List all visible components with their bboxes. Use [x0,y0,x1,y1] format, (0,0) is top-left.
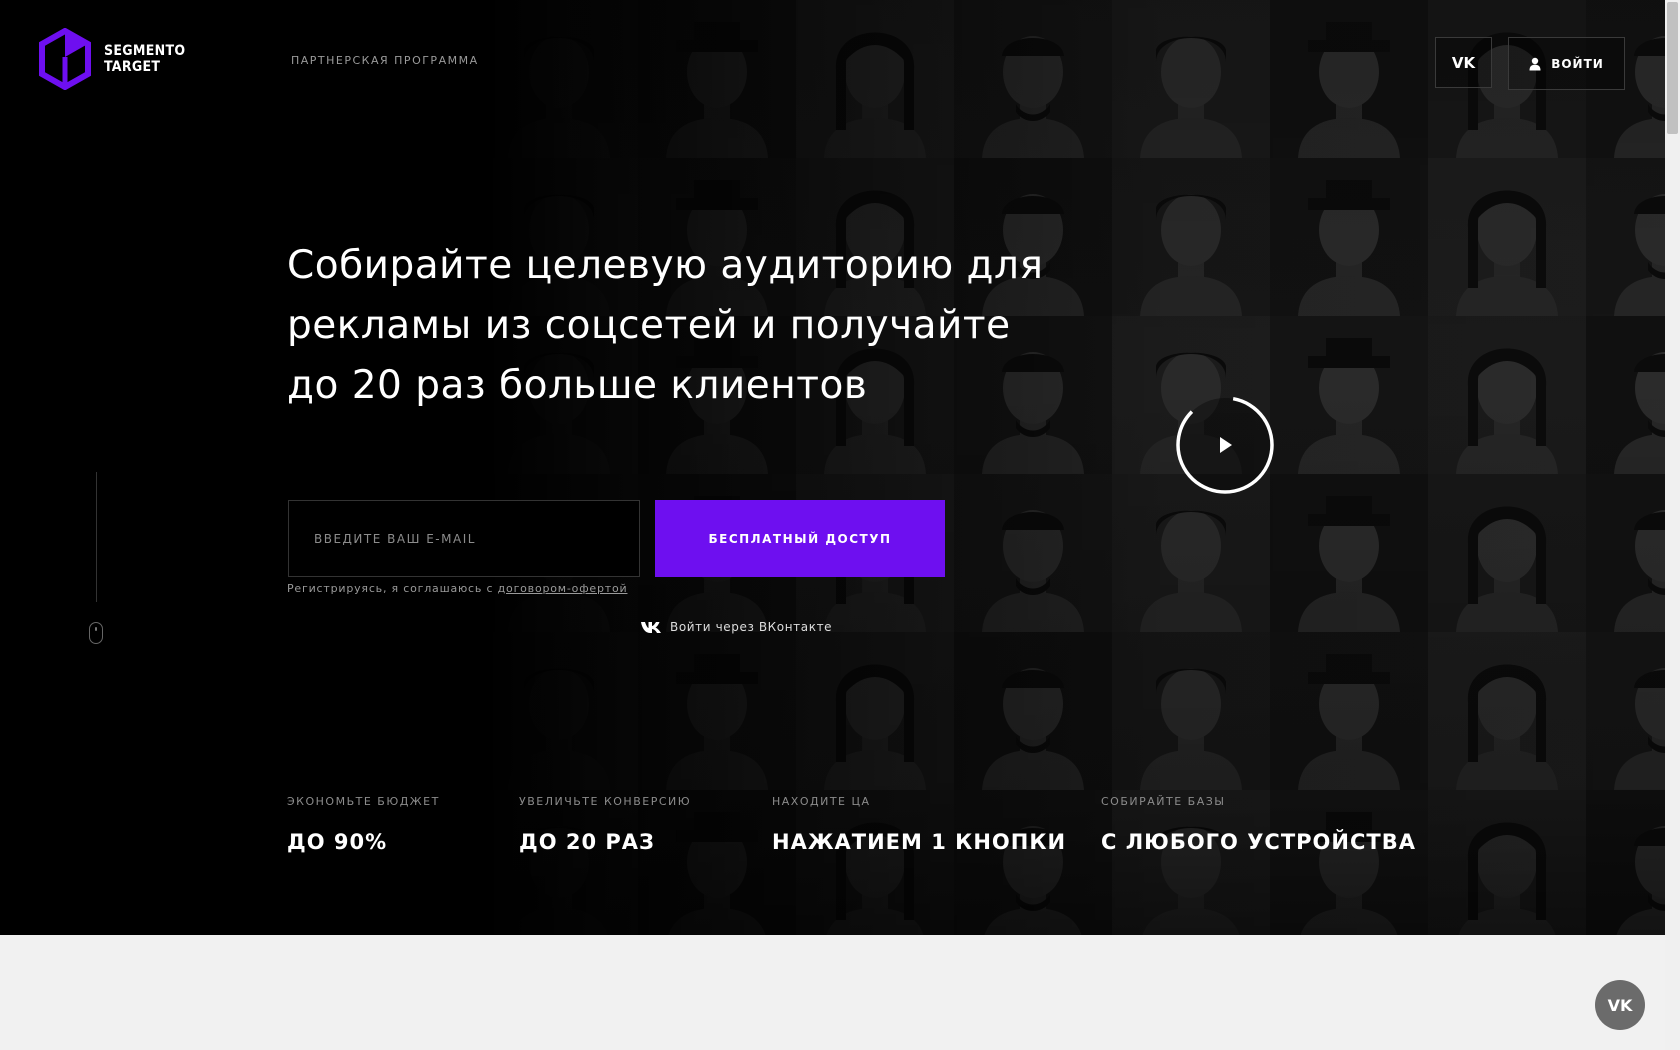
login-button[interactable]: ВОЙТИ [1508,37,1625,90]
next-section [0,935,1665,1050]
logo-hexagon-icon [39,28,91,90]
avatar-tile [954,474,1112,632]
avatar-tile [1112,474,1270,632]
vk-login-link[interactable]: Войти через ВКонтакте [640,620,832,634]
stat-budget: ЭКОНОМЬТЕ БЮДЖЕТ ДО 90% [287,795,440,854]
logo-text: SEGMENTO TARGET [104,43,186,75]
avatar-tile [1112,158,1270,316]
agreement-text: Регистрируясь, я соглашаюсь с договором-… [287,582,628,595]
avatar-tile [1428,316,1586,474]
avatar-tile [1428,790,1586,935]
avatar-tile [1270,316,1428,474]
user-icon [1529,57,1541,70]
logo[interactable]: SEGMENTO TARGET [38,28,185,90]
avatar-tile [1270,0,1428,158]
avatar-tile [1586,316,1665,474]
vk-icon: VK [1451,53,1476,72]
offer-agreement-link[interactable]: договором-офертой [498,582,628,595]
avatar-tile [1428,632,1586,790]
avatar-tile [1586,474,1665,632]
vk-header-button[interactable]: VK [1435,37,1492,88]
stat-conversion: УВЕЛИЧЬТЕ КОНВЕРСИЮ ДО 20 РАЗ [519,795,692,854]
avatar-tile [1428,158,1586,316]
stat-audience: НАХОДИТЕ ЦА НАЖАТИЕМ 1 КНОПКИ [772,795,1067,854]
avatar-tile [1270,474,1428,632]
vk-floating-button[interactable]: VK [1595,980,1645,1030]
avatar-tile [954,0,1112,158]
vk-icon [641,621,661,633]
avatar-tile [796,632,954,790]
hero-section: SEGMENTO TARGET ПАРТНЕРСКАЯ ПРОГРАММА VK… [0,0,1665,935]
email-input[interactable] [288,500,640,577]
avatar-tile [480,0,638,158]
avatar-tile [1112,0,1270,158]
avatar-tile [1270,632,1428,790]
scroll-indicator-line [96,472,97,602]
avatar-tile [1586,632,1665,790]
avatar-tile [1270,158,1428,316]
login-label: ВОЙТИ [1551,56,1604,71]
avatar-tile [1428,474,1586,632]
vk-icon: VK [1607,995,1633,1015]
mouse-scroll-icon[interactable] [89,622,103,644]
avatar-tile [954,632,1112,790]
avatar-tile [1586,158,1665,316]
free-access-button[interactable]: БЕСПЛАТНЫЙ ДОСТУП [655,500,945,577]
avatar-tile [638,632,796,790]
avatar-tile [638,0,796,158]
play-video-button[interactable] [1175,395,1275,495]
avatar-tile [1112,632,1270,790]
avatar-tile [1586,790,1665,935]
hero-headline: Собирайте целевую аудиторию для рекламы … [287,243,1044,408]
page-scrollbar[interactable] [1665,0,1680,1050]
avatar-tile [796,0,954,158]
stat-devices: СОБИРАЙТЕ БАЗЫ С ЛЮБОГО УСТРОЙСТВА [1101,795,1416,854]
partner-program-link[interactable]: ПАРТНЕРСКАЯ ПРОГРАММА [291,54,479,67]
avatar-tile [480,632,638,790]
scrollbar-thumb[interactable] [1667,2,1678,134]
